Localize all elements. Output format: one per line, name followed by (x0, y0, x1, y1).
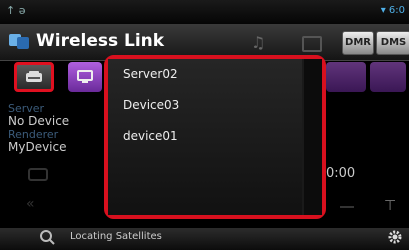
previous-icon[interactable]: « (26, 196, 35, 212)
navigation-icon[interactable] (38, 229, 58, 249)
clock: ▾ 6:0 (380, 5, 405, 16)
music-button[interactable] (370, 62, 406, 92)
dmr-button[interactable]: DMR (342, 31, 374, 55)
wireless-link-icon (8, 31, 30, 51)
list-item[interactable]: Device03 (123, 98, 179, 112)
bottom-bar (0, 228, 409, 250)
gear-icon[interactable] (387, 229, 403, 249)
status-bar: ↑ ə ▾ 6:0 (0, 0, 409, 24)
drive-icon (26, 71, 42, 82)
list-item[interactable]: device01 (123, 129, 178, 143)
scroll-down-icon[interactable] (340, 206, 354, 208)
server-button[interactable] (14, 62, 54, 92)
monitor-icon (77, 70, 93, 83)
renderer-value: MyDevice (8, 140, 67, 154)
renderer-button[interactable] (68, 62, 102, 92)
dms-button[interactable]: DMS (376, 31, 409, 55)
page-title: Wireless Link (36, 31, 165, 51)
list-item[interactable]: Server02 (123, 67, 178, 81)
scrollbar[interactable] (304, 59, 322, 215)
music-note-icon[interactable]: ♫ (251, 33, 265, 52)
screen-icon[interactable] (302, 36, 322, 52)
status-icons: ↑ ə (6, 4, 26, 17)
repeat-icon[interactable] (28, 168, 48, 181)
elapsed-time: 0:00 (326, 166, 356, 181)
server-value: No Device (8, 114, 70, 128)
expand-icon[interactable]: ⊤ (384, 198, 396, 214)
status-message: Locating Satellites (70, 231, 162, 242)
rewind-button[interactable] (326, 62, 366, 92)
